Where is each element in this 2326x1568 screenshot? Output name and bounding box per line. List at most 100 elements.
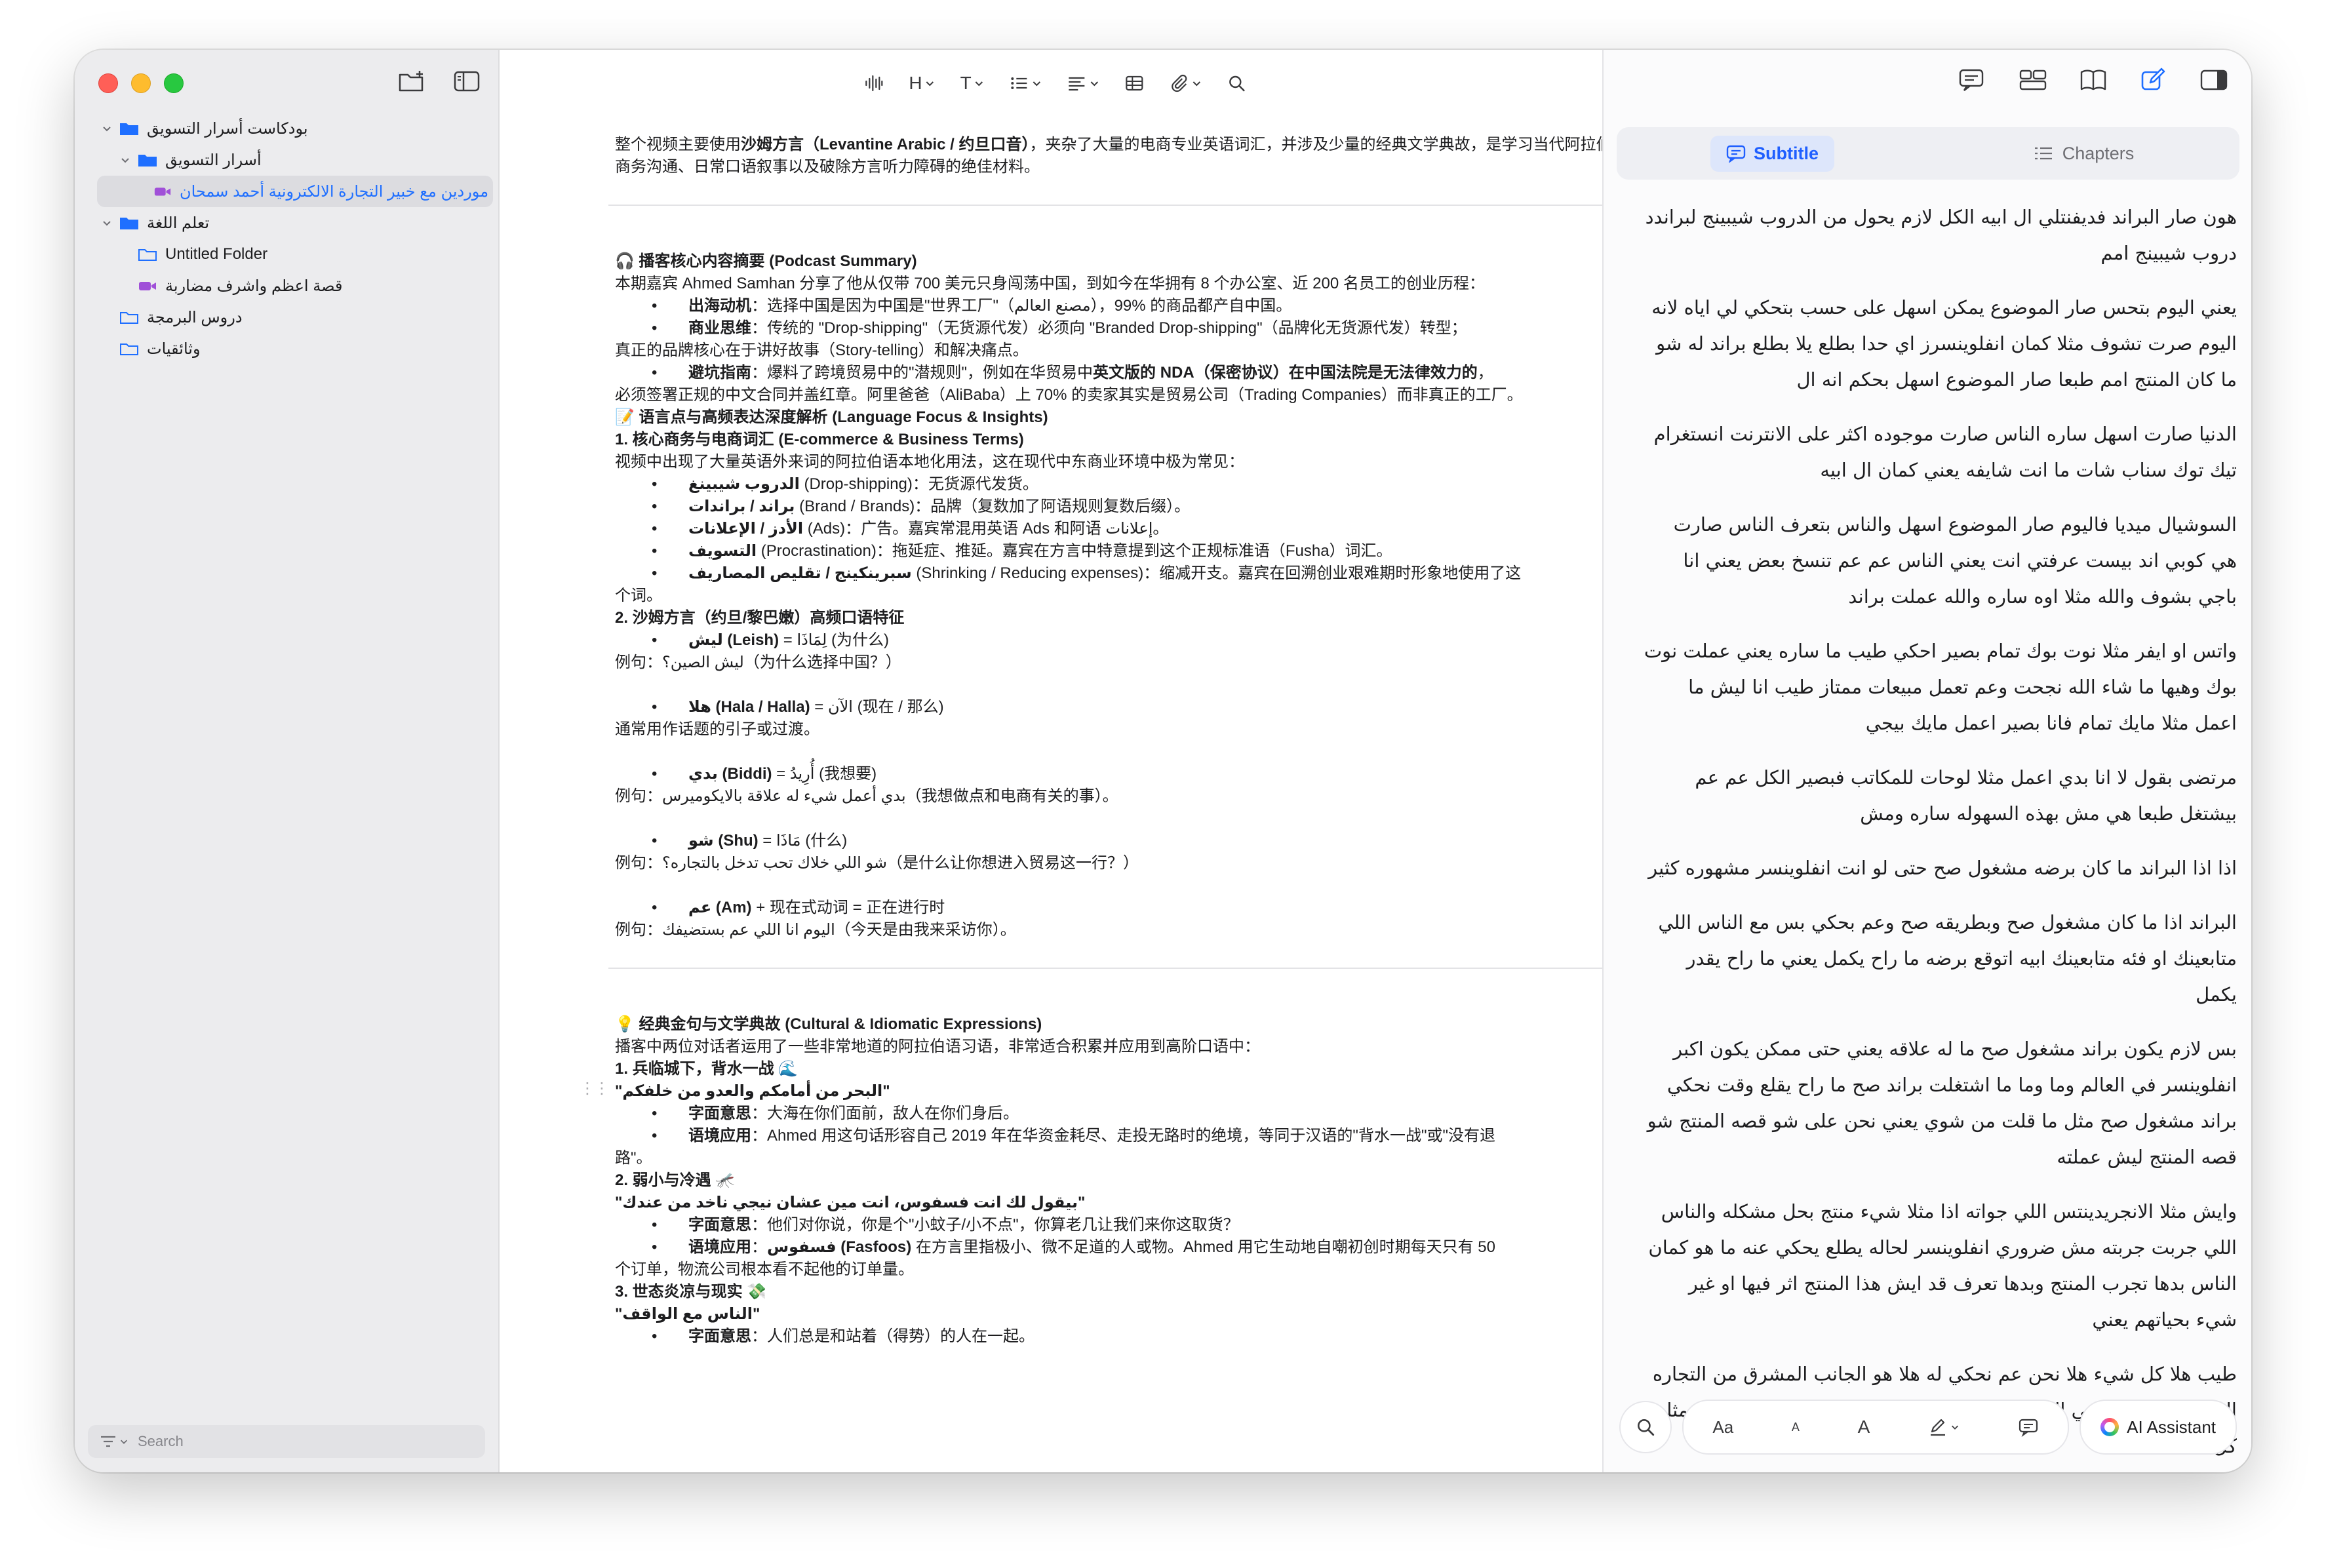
subtitle-icon [1726, 145, 1746, 163]
subtitle-segment[interactable]: وايش مثلا الانجريدينتس اللي جواته اذا مث… [1643, 1194, 2237, 1338]
tab-subtitle-label: Subtitle [1754, 143, 1819, 163]
tree-item-programming[interactable]: دروس البرمجة [75, 302, 498, 333]
chat-transcript-icon[interactable] [1958, 67, 1988, 93]
subtitle-segment[interactable]: واتس او ايفر مثلا نوت بوك تمام بصير احكي… [1643, 633, 2237, 741]
search-icon[interactable] [1227, 73, 1247, 93]
sidebar: بودكاست أسرار التسويق أسرار التسويق مورد… [75, 50, 500, 1472]
pane-splitter-handle[interactable]: ⋮⋮ [580, 1079, 610, 1098]
chevron-down-icon[interactable] [100, 121, 114, 136]
subheading: 2. 弱小与冷遇 🦟 [615, 1171, 736, 1189]
tree-item-learn-language[interactable]: تعلم اللغة [75, 207, 498, 239]
toggle-sidebar-icon[interactable] [452, 68, 481, 94]
chevron-down-icon[interactable] [118, 153, 132, 167]
book-icon[interactable] [2078, 67, 2108, 93]
zoom-window-button[interactable] [164, 73, 184, 93]
panel-toolbar [1958, 67, 2229, 93]
layout-icon[interactable] [2018, 67, 2048, 93]
list-item: ليش (Leish) = لِمَاذَا (为什么) [615, 629, 1638, 652]
ai-assistant-icon [2100, 1418, 2119, 1436]
subtitle-segment[interactable]: بس لازم يكون براند مشغول صح ما له علاقه … [1643, 1031, 2237, 1175]
table-icon[interactable] [1125, 73, 1145, 93]
subtitle-segment[interactable]: هون صار البراند فديفنتلي ال ابيه الكل لا… [1643, 199, 2237, 271]
highlight-menu[interactable] [1928, 1417, 1960, 1437]
subheading: 1. 兵临城下，背水一战 🌊 [615, 1060, 798, 1078]
subtitle-segment[interactable]: اذا اذا البراند ما كان برضه مشغول صح حتى… [1643, 850, 2237, 886]
subtitle-segment[interactable]: الدنيا صارت اسهل ساره الناس صارت موجوده … [1643, 416, 2237, 488]
text-style-menu[interactable]: T [960, 73, 985, 94]
list-item: 语境应用：فسفوس (Fasfoos) 在方言里指极小、微不足道的人或物。Ah… [615, 1236, 1638, 1259]
compose-note-icon[interactable] [2139, 67, 2169, 93]
subtitle-segment[interactable]: السوشيال ميديا فاليوم صار الموضوع اسهل و… [1643, 507, 2237, 615]
waveform-icon[interactable] [864, 73, 884, 93]
chapters-icon [2034, 147, 2052, 160]
paragraph: 本期嘉宾 Ahmed Samhan 分享了他从仅带 700 美元只身闯荡中国，到… [615, 275, 1485, 292]
tree-item-marketing-secrets[interactable]: أسرار التسويق [75, 144, 498, 176]
panel-bottom-bar: Aa A A AI Assistant [1619, 1399, 2237, 1455]
tab-chapters[interactable]: Chapters [1928, 144, 2239, 164]
list-item: 避坑指南：爆料了跨境贸易中的"潜规则"，例如在华贸易中英文版的 NDA（保密协议… [615, 362, 1638, 384]
note-content[interactable]: 整个视频主要使用沙姆方言（Levantine Arabic / 约旦口音），夹杂… [608, 134, 1638, 1348]
paragraph: 必须签署正规的中文合同并盖红章。阿里爸爸（AliBaba）上 70% 的卖家其实… [615, 386, 1523, 404]
example-line: 例句：شو اللي خلاك تحب تدخل بالتجاره؟（是什么让你… [615, 854, 1139, 872]
list-item: هلا (Hala / Halla) = الآن (现在 / 那么) [615, 696, 1638, 718]
tree-item-documentaries[interactable]: وثائقيات [75, 333, 498, 364]
sidebar-toolbar [397, 68, 481, 94]
paragraph: 播客中两位对话者运用了一些非常地道的阿拉伯语习语，非常适合积累并应用到高阶口语中… [615, 1038, 1260, 1055]
list-item: عم (Am) + 现在式动词 = 正在进行时 [615, 897, 1638, 919]
list-menu[interactable] [1010, 73, 1042, 93]
tree-item-selected-video[interactable]: موردين مع خبير التجارة الالكترونية أحمد … [97, 176, 493, 207]
window-controls [98, 73, 184, 93]
toggle-right-panel-icon[interactable] [2199, 67, 2229, 93]
folder-icon [138, 155, 157, 167]
tree-item-untitled-folder[interactable]: Untitled Folder [75, 239, 498, 270]
font-style-button[interactable]: Aa [1712, 1417, 1733, 1438]
tree-item-podcast-folder[interactable]: بودكاست أسرار التسويق [75, 113, 498, 144]
comment-icon[interactable] [2018, 1417, 2039, 1437]
subtitle-format-controls: Aa A A [1682, 1400, 2070, 1455]
list-item: التسويف (Procrastination)：拖延症、推延。嘉宾在方言中特… [615, 540, 1638, 562]
heading-menu[interactable]: H [909, 73, 935, 94]
list-item: 语境应用：Ahmed 用这句话形容自己 2019 年在华资金耗尽、走投无路时的绝… [615, 1125, 1638, 1147]
subtitle-segment[interactable]: يعني اليوم بتحس صار الموضوع يمكن اسهل عل… [1643, 290, 2237, 398]
paragraph: 路"。 [615, 1149, 652, 1167]
tree-item-label: قصة اعظم واشرف مضاربة [165, 277, 343, 295]
folder-tree: بودكاست أسرار التسويق أسرار التسويق مورد… [75, 113, 498, 364]
list-item: شو (Shu) = مَاذَا (什么) [615, 830, 1638, 852]
minimize-window-button[interactable] [131, 73, 151, 93]
example-line: 例句：ليش الصين؟（为什么选择中国？） [615, 654, 901, 671]
text-style-label: T [960, 73, 972, 93]
format-toolbar: H T [864, 67, 1246, 100]
subtitle-segment[interactable]: البراند اذا ما كان مشغول صح وبطريقه صح و… [1643, 905, 2237, 1013]
align-menu[interactable] [1067, 73, 1100, 93]
example-line: 例句：بدي أعمل شيء له علاقة بالايكوميرس（我想做… [615, 787, 1118, 805]
app-window: بودكاست أسرار التسويق أسرار التسويق مورد… [75, 50, 2251, 1472]
folder-icon [120, 218, 138, 229]
new-folder-icon[interactable] [397, 68, 426, 94]
list-item: براند / براندات (Brand / Brands)：品牌（复数加了… [615, 496, 1638, 518]
increase-font-button[interactable]: A [1858, 1417, 1870, 1438]
chevron-down-icon[interactable] [100, 216, 114, 230]
ai-assistant-button[interactable]: AI Assistant [2080, 1400, 2237, 1455]
search-subtitle-button[interactable] [1619, 1401, 1672, 1453]
filter-icon[interactable] [100, 1435, 128, 1448]
tab-subtitle[interactable]: Subtitle [1617, 135, 1928, 172]
list-item: 出海动机：选择中国是因为中国是"世界工厂"（مصنع العالم），99% 的… [615, 295, 1638, 317]
paragraph: 视频中出现了大量英语外来词的阿拉伯语本地化用法，这在现代中东商业环境中极为常见： [615, 453, 1244, 471]
quote-line: "الناس مع الواقف" [615, 1305, 760, 1323]
decrease-font-button[interactable]: A [1792, 1421, 1800, 1434]
search-input[interactable]: Search [138, 1433, 184, 1450]
sidebar-search[interactable]: Search [88, 1425, 485, 1458]
list-item: بدي (Biddi) = أُرِيدُ (我想要) [615, 763, 1638, 785]
subheading: 1. 核心商务与电商词汇 (E-commerce & Business Term… [615, 431, 1024, 448]
tree-item-story-video[interactable]: قصة اعظم واشرف مضاربة [75, 270, 498, 302]
folder-outline-icon [120, 312, 138, 324]
list-item: الدروب شيبينغ (Drop-shipping)：无货源代发货。 [615, 473, 1638, 496]
heading-label: H [909, 73, 922, 93]
tree-item-label: أسرار التسويق [165, 151, 262, 169]
attachment-menu[interactable] [1170, 73, 1202, 93]
close-window-button[interactable] [98, 73, 118, 93]
tree-item-label: تعلم اللغة [147, 214, 210, 232]
tree-item-label: Untitled Folder [165, 245, 268, 263]
tree-item-label: موردين مع خبير التجارة الالكترونية أحمد … [180, 182, 489, 201]
subtitle-segment[interactable]: مرتضى بقول لا انا بدي اعمل مثلا لوحات لل… [1643, 760, 2237, 832]
